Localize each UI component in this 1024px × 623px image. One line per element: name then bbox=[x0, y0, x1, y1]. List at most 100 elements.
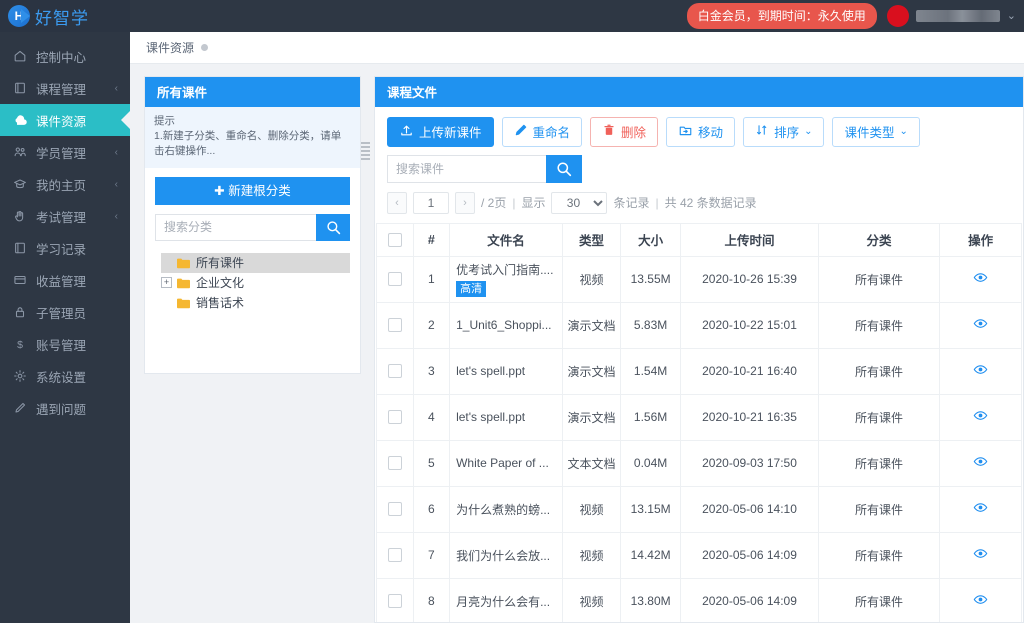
tab-close-dot-icon[interactable] bbox=[201, 43, 209, 51]
table-row[interactable]: 5 White Paper of ... 文本文档 0.04M 2020-09-03 1… bbox=[376, 439, 1022, 487]
row-checkbox[interactable] bbox=[387, 318, 402, 333]
row-index: 7 bbox=[412, 531, 451, 579]
row-checkbox-cell[interactable] bbox=[376, 531, 414, 579]
eye-icon[interactable] bbox=[973, 362, 988, 380]
row-checkbox-cell[interactable] bbox=[376, 301, 414, 349]
sidebar-item-label: 账号管理 bbox=[36, 338, 87, 353]
row-type: 视频 bbox=[561, 255, 622, 303]
toolbar: 上传新课件 重命名 删除 移动 排序 ⌄ 课件类型 ⌄ bbox=[375, 107, 1023, 147]
table-row[interactable]: 8 月亮为什么会有... 视频 13.80M 2020-05-06 14:09 所有课件 bbox=[376, 577, 1022, 622]
toolbar-button-3[interactable]: 删除 bbox=[590, 116, 659, 147]
select-all-checkbox[interactable] bbox=[387, 232, 402, 247]
sidebar-item-10[interactable]: $ 账号管理 bbox=[0, 328, 130, 360]
category-tree-node-1[interactable]: 所有课件 bbox=[161, 252, 350, 273]
sidebar-item-1[interactable]: 控制中心 bbox=[0, 40, 130, 72]
row-checkbox[interactable] bbox=[387, 410, 402, 425]
membership-badge[interactable]: 白金会员，到期时间：永久使用 bbox=[686, 2, 877, 29]
row-checkbox-cell[interactable] bbox=[376, 485, 414, 533]
eye-icon[interactable] bbox=[973, 270, 988, 288]
chevron-left-icon: ‹ bbox=[114, 146, 118, 158]
file-search-button[interactable] bbox=[546, 154, 582, 183]
table-row[interactable]: 1 优考试入门指南.... 高清 视频 13.55M 2020-10-26 15:39 所有… bbox=[376, 255, 1022, 303]
row-index: 6 bbox=[412, 485, 451, 533]
new-root-category-button[interactable]: ✚ 新建根分类 bbox=[155, 176, 350, 205]
row-actions[interactable] bbox=[939, 255, 1022, 303]
table-row[interactable]: 7 我们为什么会放... 视频 14.42M 2020-05-06 14:09 所有课件 bbox=[376, 531, 1022, 579]
logo[interactable]: H 好智学 bbox=[0, 0, 130, 32]
row-checkbox-cell[interactable] bbox=[376, 347, 414, 395]
sidebar-item-11[interactable]: 系统设置 bbox=[0, 360, 130, 392]
eye-icon[interactable] bbox=[973, 592, 988, 610]
row-checkbox-cell[interactable] bbox=[376, 393, 414, 441]
row-checkbox[interactable] bbox=[387, 548, 402, 563]
folder-icon bbox=[177, 298, 190, 308]
row-checkbox[interactable] bbox=[387, 456, 402, 471]
table-header-row: # 文件名 类型 大小 上传时间 分类 操作 bbox=[376, 222, 1022, 257]
row-checkbox[interactable] bbox=[387, 272, 402, 287]
row-actions[interactable] bbox=[939, 531, 1022, 579]
page-number-input[interactable] bbox=[413, 191, 449, 214]
sidebar-item-5[interactable]: 我的主页 ‹ bbox=[0, 168, 130, 200]
sidebar-item-2[interactable]: 课程管理 ‹ bbox=[0, 72, 130, 104]
toolbar-button-2[interactable]: 重命名 bbox=[501, 116, 583, 147]
row-actions[interactable] bbox=[939, 577, 1022, 622]
row-checkbox[interactable] bbox=[387, 594, 402, 609]
row-actions[interactable] bbox=[939, 439, 1022, 487]
row-actions[interactable] bbox=[939, 347, 1022, 395]
row-actions[interactable] bbox=[939, 393, 1022, 441]
sidebar-item-6[interactable]: 考试管理 ‹ bbox=[0, 200, 130, 232]
toolbar-button-5[interactable]: 排序 ⌄ bbox=[743, 116, 825, 147]
sidebar-item-8[interactable]: 收益管理 bbox=[0, 264, 130, 296]
eye-icon[interactable] bbox=[973, 316, 988, 334]
category-search-button[interactable] bbox=[316, 213, 350, 241]
row-upload-time: 2020-10-26 15:39 bbox=[680, 255, 819, 303]
row-upload-time: 2020-10-21 16:35 bbox=[680, 393, 819, 441]
chevron-left-icon: ‹ bbox=[114, 210, 118, 222]
expand-toggle-icon[interactable]: + bbox=[161, 277, 172, 289]
avatar[interactable] bbox=[886, 4, 909, 27]
sidebar-item-label: 系统设置 bbox=[36, 370, 87, 385]
tab-courseware-resources[interactable]: 课件资源 bbox=[146, 39, 209, 56]
eye-icon[interactable] bbox=[973, 546, 988, 564]
sidebar-item-4[interactable]: 学员管理 ‹ bbox=[0, 136, 130, 168]
table-row[interactable]: 2 1_Unit6_Shoppi... 演示文档 5.83M 2020-10-22 15… bbox=[376, 301, 1022, 349]
eye-icon[interactable] bbox=[973, 408, 988, 426]
prev-page-button[interactable]: ‹ bbox=[387, 191, 407, 214]
sidebar-item-9[interactable]: 子管理员 bbox=[0, 296, 130, 328]
toolbar-button-4[interactable]: 移动 bbox=[666, 116, 736, 147]
chevron-down-icon[interactable]: ⌄ bbox=[1007, 9, 1016, 22]
row-actions[interactable] bbox=[939, 301, 1022, 349]
column-header-7: 分类 bbox=[817, 222, 941, 257]
category-search-input[interactable] bbox=[155, 213, 316, 241]
sidebar-item-12[interactable]: 遇到问题 bbox=[0, 392, 130, 424]
sidebar-item-7[interactable]: 学习记录 bbox=[0, 232, 130, 264]
toolbar-button-6[interactable]: 课件类型 ⌄ bbox=[832, 116, 920, 147]
row-upload-time: 2020-10-22 15:01 bbox=[680, 301, 819, 349]
toolbar-button-1[interactable]: 上传新课件 bbox=[387, 116, 494, 147]
table-row[interactable]: 4 let's spell.ppt 演示文档 1.56M 2020-10-21 16:3… bbox=[376, 393, 1022, 441]
page-size-select[interactable]: 10203050 bbox=[551, 191, 608, 214]
eye-icon[interactable] bbox=[973, 454, 988, 472]
trash-icon bbox=[602, 123, 616, 140]
row-actions[interactable] bbox=[939, 485, 1022, 533]
eye-icon[interactable] bbox=[973, 500, 988, 518]
row-size: 13.55M bbox=[620, 255, 682, 303]
row-category: 所有课件 bbox=[817, 531, 941, 579]
file-search-input[interactable] bbox=[387, 154, 546, 183]
row-checkbox-cell[interactable] bbox=[376, 439, 414, 487]
panel-resize-handle[interactable] bbox=[361, 140, 370, 162]
table-row[interactable]: 6 为什么煮熟的螃... 视频 13.15M 2020-05-06 14:10 所有课件 bbox=[376, 485, 1022, 533]
row-checkbox[interactable] bbox=[387, 502, 402, 517]
table-row[interactable]: 3 let's spell.ppt 演示文档 1.54M 2020-10-21 16:4… bbox=[376, 347, 1022, 395]
next-page-button[interactable]: › bbox=[455, 191, 475, 214]
row-category: 所有课件 bbox=[817, 255, 941, 303]
category-tree-node-3[interactable]: 销售话术 bbox=[161, 293, 350, 313]
row-checkbox[interactable] bbox=[387, 364, 402, 379]
category-tree-node-2[interactable]: + 企业文化 bbox=[161, 273, 350, 293]
select-all-header[interactable] bbox=[376, 222, 414, 257]
column-header-5: 大小 bbox=[620, 222, 682, 257]
sidebar-item-3[interactable]: 课件资源 bbox=[0, 104, 130, 136]
category-tip: 提示 1.新建子分类、重命名、删除分类，请单击右键操作... bbox=[145, 106, 360, 168]
row-checkbox-cell[interactable] bbox=[376, 255, 414, 303]
row-checkbox-cell[interactable] bbox=[376, 577, 414, 622]
